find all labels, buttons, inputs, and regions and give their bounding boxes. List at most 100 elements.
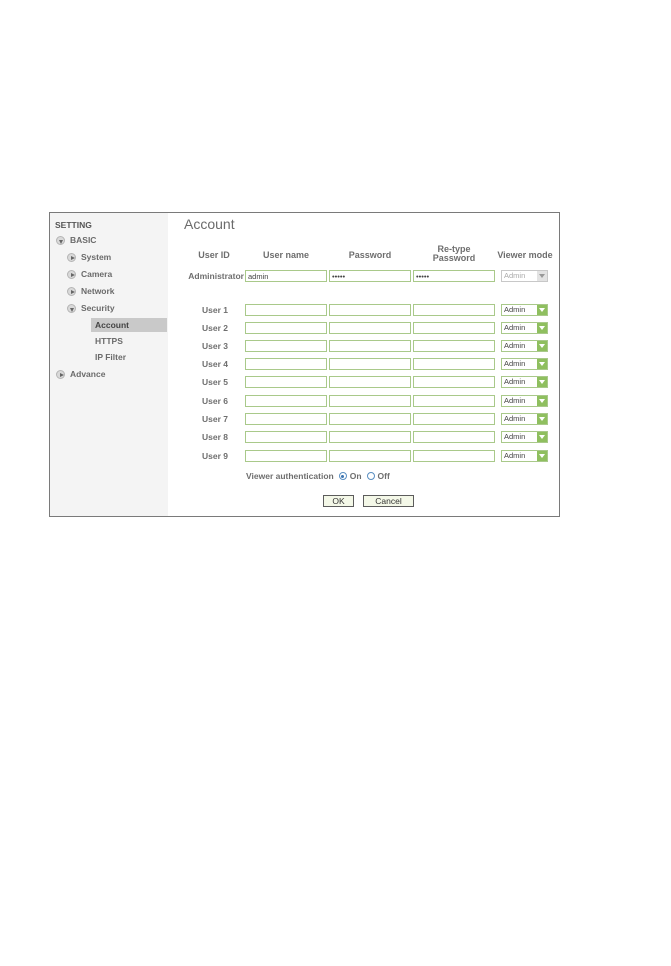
admin-username-input[interactable] [245, 270, 327, 282]
user-6-username-input[interactable] [245, 395, 327, 407]
sidebar-item-basic[interactable]: BASIC [56, 235, 96, 245]
user-2-retype-password-input[interactable] [413, 322, 495, 334]
user-7-retype-password-input[interactable] [413, 413, 495, 425]
select-value: Admin [504, 341, 526, 350]
sidebar-item-label: Account [95, 320, 129, 330]
admin-viewer-mode-select: Admin [501, 270, 548, 282]
user-label: User 3 [202, 341, 228, 351]
select-value: Admin [504, 305, 526, 314]
admin-password-input[interactable] [329, 270, 411, 282]
user-8-retype-password-input[interactable] [413, 431, 495, 443]
viewer-auth-on-radio[interactable] [338, 472, 347, 480]
collapsed-arrow-icon [56, 369, 65, 379]
user-2-password-input[interactable] [329, 322, 411, 334]
user-1-password-input[interactable] [329, 304, 411, 316]
user-9-username-input[interactable] [245, 450, 327, 462]
user-label: User 7 [202, 414, 228, 424]
chevron-down-icon[interactable] [537, 377, 547, 387]
user-2-username-input[interactable] [245, 322, 327, 334]
user-1-username-input[interactable] [245, 304, 327, 316]
user-7-viewer-mode-select[interactable]: Admin [501, 413, 548, 425]
chevron-down-icon[interactable] [537, 305, 547, 315]
user-4-password-input[interactable] [329, 358, 411, 370]
collapsed-arrow-icon [67, 252, 76, 262]
page-title: Account [184, 216, 235, 232]
select-value: Admin [504, 396, 526, 405]
sidebar-item-system[interactable]: System [67, 252, 111, 262]
user-9-retype-password-input[interactable] [413, 450, 495, 462]
user-5-viewer-mode-select[interactable]: Admin [501, 376, 548, 388]
user-3-password-input[interactable] [329, 340, 411, 352]
header-viewer-mode: Viewer mode [497, 250, 553, 260]
sidebar-item-network[interactable]: Network [67, 286, 115, 296]
select-value: Admin [504, 359, 526, 368]
chevron-down-icon[interactable] [537, 414, 547, 424]
viewer-authentication: Viewer authentication On Off [246, 471, 390, 481]
viewer-auth-off-label[interactable]: Off [378, 471, 390, 481]
chevron-down-icon[interactable] [537, 396, 547, 406]
user-1-viewer-mode-select[interactable]: Admin [501, 304, 548, 316]
sidebar-item-label: HTTPS [95, 336, 123, 346]
chevron-down-icon[interactable] [537, 451, 547, 461]
viewer-auth-on-label[interactable]: On [350, 471, 362, 481]
ok-button[interactable]: OK [323, 495, 354, 507]
user-8-username-input[interactable] [245, 431, 327, 443]
user-label: User 6 [202, 396, 228, 406]
collapsed-arrow-icon [67, 269, 76, 279]
select-value: Admin [504, 451, 526, 460]
sidebar-item-camera[interactable]: Camera [67, 269, 112, 279]
user-1-retype-password-input[interactable] [413, 304, 495, 316]
header-user-id: User ID [198, 250, 230, 260]
admin-retype-password-input[interactable] [413, 270, 495, 282]
user-7-username-input[interactable] [245, 413, 327, 425]
sidebar-item-label: IP Filter [95, 352, 127, 362]
user-6-retype-password-input[interactable] [413, 395, 495, 407]
select-value: Admin [504, 323, 526, 332]
header-retype-password: Re-type Password [413, 245, 495, 263]
user-3-username-input[interactable] [245, 340, 327, 352]
select-value: Admin [504, 377, 526, 386]
user-label: User 4 [202, 359, 228, 369]
user-5-retype-password-input[interactable] [413, 376, 495, 388]
select-value: Admin [504, 432, 526, 441]
user-8-viewer-mode-select[interactable]: Admin [501, 431, 548, 443]
cancel-button[interactable]: Cancel [363, 495, 414, 507]
sidebar-item-https[interactable]: HTTPS [95, 336, 123, 346]
sidebar-item-label: Camera [81, 269, 113, 279]
select-value: Admin [504, 271, 526, 280]
chevron-down-icon[interactable] [537, 359, 547, 369]
user-9-viewer-mode-select[interactable]: Admin [501, 450, 548, 462]
settings-frame: SETTING BASIC System Camera Network Secu… [49, 212, 560, 517]
sidebar-item-account[interactable]: Account [95, 320, 129, 330]
user-label: User 2 [202, 323, 228, 333]
user-3-retype-password-input[interactable] [413, 340, 495, 352]
user-3-viewer-mode-select[interactable]: Admin [501, 340, 548, 352]
sidebar-item-ip-filter[interactable]: IP Filter [95, 352, 126, 362]
user-5-password-input[interactable] [329, 376, 411, 388]
sidebar-item-advance[interactable]: Advance [56, 369, 105, 379]
user-8-password-input[interactable] [329, 431, 411, 443]
sidebar-title: SETTING [55, 220, 92, 230]
chevron-down-icon[interactable] [537, 323, 547, 333]
user-4-viewer-mode-select[interactable]: Admin [501, 358, 548, 370]
user-label: User 5 [202, 377, 228, 387]
viewer-auth-off-radio[interactable] [366, 472, 375, 480]
user-9-password-input[interactable] [329, 450, 411, 462]
sidebar-item-security[interactable]: Security [67, 303, 115, 313]
collapsed-arrow-icon [67, 286, 76, 296]
user-6-password-input[interactable] [329, 395, 411, 407]
user-7-password-input[interactable] [329, 413, 411, 425]
user-6-viewer-mode-select[interactable]: Admin [501, 395, 548, 407]
sidebar-item-label: Network [81, 286, 115, 296]
sidebar: SETTING BASIC System Camera Network Secu… [50, 213, 168, 516]
user-4-username-input[interactable] [245, 358, 327, 370]
header-password: Password [348, 250, 392, 260]
chevron-down-icon[interactable] [537, 341, 547, 351]
expanded-arrow-icon [67, 303, 76, 313]
expanded-arrow-icon [56, 235, 65, 245]
user-4-retype-password-input[interactable] [413, 358, 495, 370]
user-5-username-input[interactable] [245, 376, 327, 388]
user-2-viewer-mode-select[interactable]: Admin [501, 322, 548, 334]
chevron-down-icon[interactable] [537, 432, 547, 442]
sidebar-item-label: System [81, 252, 112, 262]
